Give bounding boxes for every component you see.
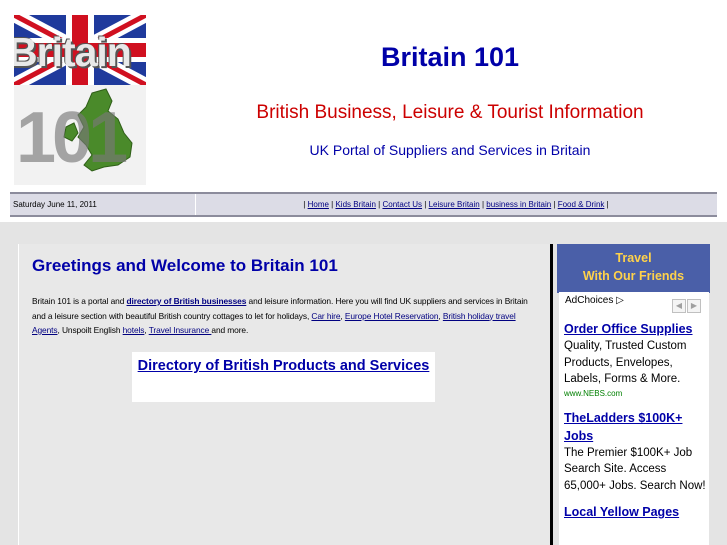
- site-subtitle: British Business, Leisure & Tourist Info…: [256, 102, 644, 123]
- nav-link-home[interactable]: Home: [308, 200, 329, 209]
- ad-prev-icon[interactable]: ◀: [672, 299, 686, 313]
- directory-of-british-businesses-link[interactable]: directory of British businesses: [127, 296, 247, 306]
- logo-word: Britain: [14, 29, 132, 75]
- travel-heading-line1: Travel: [615, 251, 652, 265]
- ad-title-link[interactable]: Order Office Supplies: [564, 320, 709, 338]
- nav-link-food-drink[interactable]: Food & Drink: [558, 200, 605, 209]
- site-header: Britain 101 Britain 101 British Business…: [0, 0, 727, 192]
- nav-bar: Saturday June 11, 2011 | Home | Kids Bri…: [10, 192, 717, 217]
- logo-number: 101: [16, 98, 128, 178]
- directory-products-services-link[interactable]: Directory of British Products and Servic…: [132, 352, 435, 377]
- ad-url[interactable]: www.NEBS.com: [564, 388, 709, 400]
- ad-item: Order Office Supplies Quality, Trusted C…: [564, 320, 709, 400]
- intro-text-1: Britain 101 is a portal and: [32, 296, 127, 306]
- nav-link-contact-us[interactable]: Contact Us: [382, 200, 422, 209]
- directory-box: Directory of British Products and Servic…: [132, 352, 435, 402]
- adchoices-icon: ▷: [616, 295, 624, 306]
- ad-list: Order Office Supplies Quality, Trusted C…: [564, 320, 709, 530]
- nav-link-business-in-britain[interactable]: business in Britain: [486, 200, 551, 209]
- intro-text-5: , Unspoilt English: [57, 325, 123, 335]
- adchoices-label[interactable]: AdChoices ▷: [565, 295, 624, 306]
- site-tagline: UK Portal of Suppliers and Services in B…: [309, 142, 591, 158]
- intro-paragraph: Britain 101 is a portal and directory of…: [32, 294, 538, 338]
- ad-description: The Premier $100K+ Job Search Site. Acce…: [564, 446, 706, 492]
- welcome-heading: Greetings and Welcome to Britain 101: [32, 256, 338, 275]
- ad-item: TheLadders $100K+ Jobs The Premier $100K…: [564, 409, 709, 495]
- ad-description: Quality, Trusted Custom Products, Envelo…: [564, 340, 687, 385]
- nav-link-leisure-britain[interactable]: Leisure Britain: [429, 200, 480, 209]
- ad-title-link[interactable]: Local Yellow Pages: [564, 503, 709, 521]
- column-divider: [550, 244, 553, 545]
- ad-item: Local Yellow Pages: [564, 503, 709, 521]
- site-title: Britain 101: [380, 42, 520, 72]
- nav-link-kids-britain[interactable]: Kids Britain: [335, 200, 375, 209]
- travel-heading-line2: With Our Friends: [582, 269, 685, 283]
- travel-insurance-link[interactable]: Travel Insurance: [149, 325, 212, 335]
- hotels-link[interactable]: hotels: [123, 325, 145, 335]
- ad-box: AdChoices ▷ ◀ ▶ Order Office Supplies Qua…: [559, 292, 709, 545]
- britain-101-logo[interactable]: Britain 101: [14, 15, 146, 185]
- intro-text-7: and more.: [211, 325, 249, 335]
- adchoices-text: AdChoices: [565, 295, 614, 306]
- travel-friends-heading: Travel With Our Friends: [557, 244, 710, 293]
- ad-title-link[interactable]: TheLadders $100K+ Jobs: [564, 409, 709, 445]
- ad-nav-arrows: ◀ ▶: [672, 295, 702, 313]
- nav-links: | Home | Kids Britain | Contact Us | Lei…: [303, 200, 609, 209]
- car-hire-link[interactable]: Car hire: [311, 311, 340, 321]
- europe-hotel-reservation-link[interactable]: Europe Hotel Reservation: [345, 311, 439, 321]
- ad-next-icon[interactable]: ▶: [687, 299, 701, 313]
- current-date: Saturday June 11, 2011: [10, 194, 196, 215]
